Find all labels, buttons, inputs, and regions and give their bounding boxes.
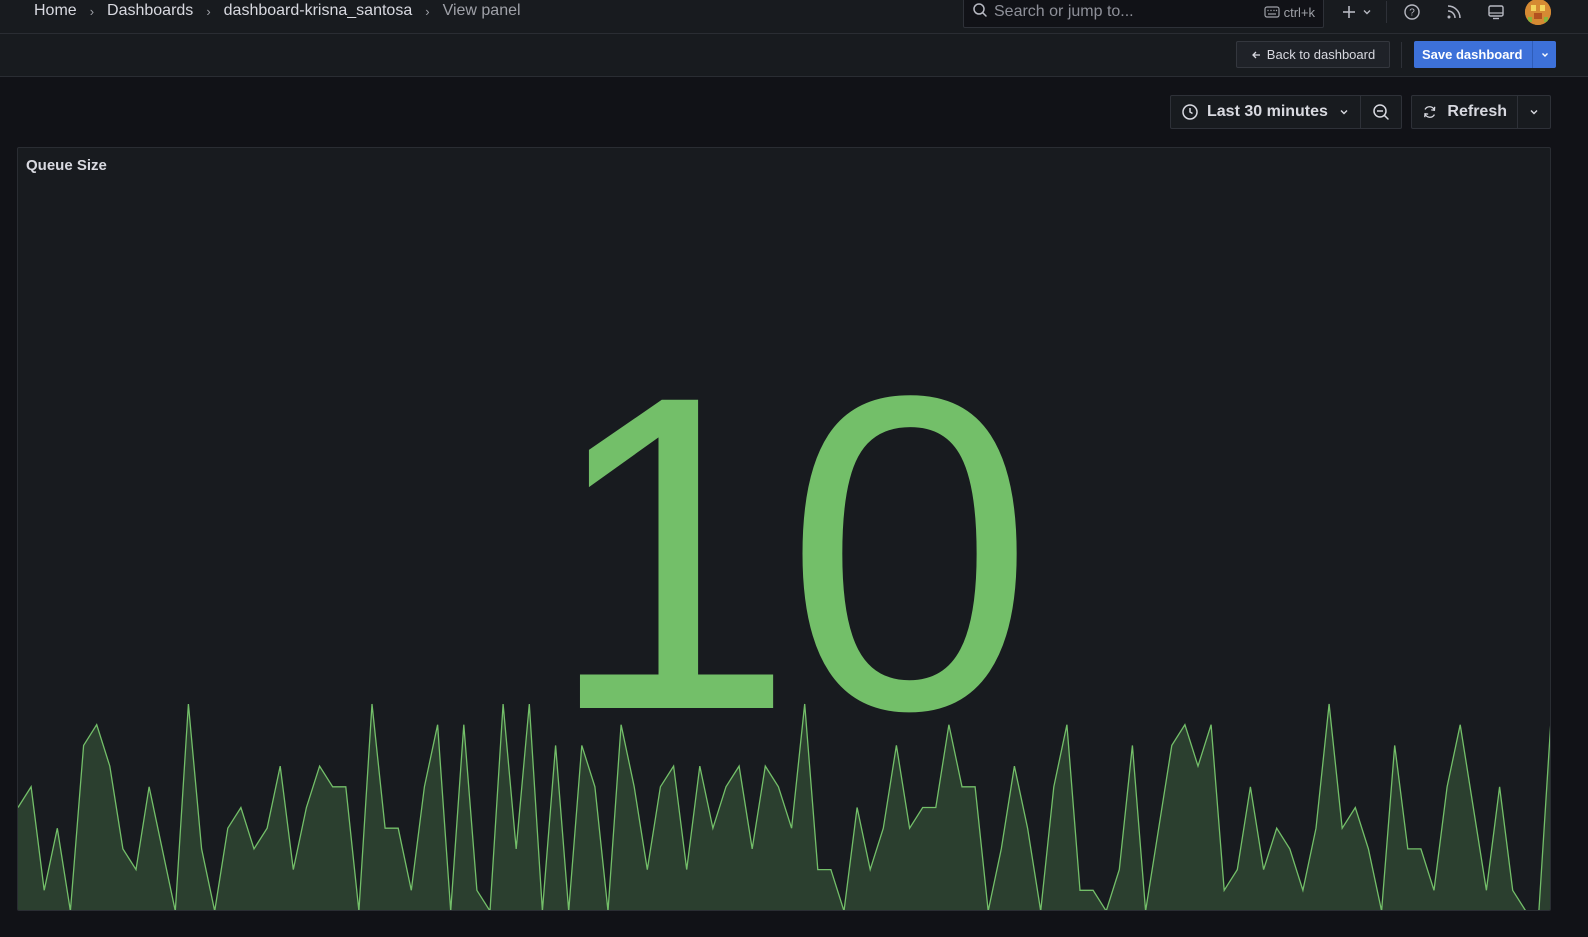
stat-value: 10 xyxy=(545,302,1034,803)
news-button[interactable] xyxy=(1433,0,1475,26)
chevron-right-icon: › xyxy=(89,3,95,19)
time-range-label: Last 30 minutes xyxy=(1207,103,1328,120)
keyboard-shortcut: ctrl+k xyxy=(1263,4,1315,20)
panel-title: Queue Size xyxy=(26,157,107,174)
refresh-button[interactable]: Refresh xyxy=(1412,96,1518,128)
breadcrumb-dashboard[interactable]: dashboard-krisna_santosa xyxy=(224,2,413,20)
chevron-right-icon: › xyxy=(206,3,211,19)
chevron-down-icon xyxy=(1363,10,1371,15)
zoom-out-button[interactable] xyxy=(1361,96,1401,128)
chevron-right-icon: › xyxy=(425,3,430,19)
help-button[interactable]: ? xyxy=(1391,0,1433,26)
refresh-interval-button[interactable] xyxy=(1518,96,1550,128)
search-placeholder: Search or jump to... xyxy=(994,3,1134,20)
refresh-label: Refresh xyxy=(1447,103,1507,120)
panel-toolbar: Back to dashboard Save dashboard xyxy=(0,34,1588,77)
refresh-icon xyxy=(1424,106,1436,118)
breadcrumb-home[interactable]: Home xyxy=(34,2,77,20)
clock-icon xyxy=(1182,104,1198,120)
help-icon: ? xyxy=(1404,4,1420,20)
back-to-dashboard-label: Back to dashboard xyxy=(1266,47,1376,62)
search-input[interactable]: Search or jump to... ctrl+k xyxy=(963,0,1324,28)
keyboard-icon xyxy=(1263,6,1280,18)
refresh-picker: Refresh xyxy=(1411,95,1551,129)
new-menu-button[interactable] xyxy=(1332,0,1382,26)
svg-text:?: ? xyxy=(1409,8,1415,19)
save-dashboard-label: Save dashboard xyxy=(1422,47,1523,62)
time-range-picker: Last 30 minutes xyxy=(1170,95,1402,129)
breadcrumb-current: View panel xyxy=(442,2,521,19)
avatar[interactable] xyxy=(1525,0,1551,25)
zoom-out-icon xyxy=(1373,104,1389,120)
time-range-button[interactable]: Last 30 minutes xyxy=(1171,96,1362,128)
kiosk-mode-button[interactable] xyxy=(1475,0,1517,26)
plus-icon xyxy=(1343,6,1355,18)
search-icon xyxy=(972,2,988,23)
rss-icon xyxy=(1447,5,1461,19)
chevron-down-icon xyxy=(1541,52,1548,57)
chevron-down-icon xyxy=(1340,110,1348,115)
divider xyxy=(1386,1,1387,23)
shortcut-label: ctrl+k xyxy=(1283,4,1315,20)
chevron-down-icon xyxy=(1530,110,1538,115)
stat-panel: Queue Size 10 xyxy=(17,147,1551,911)
back-to-dashboard-button[interactable]: Back to dashboard xyxy=(1236,41,1390,68)
monitor-icon xyxy=(1488,5,1504,20)
top-actions: ? xyxy=(1332,0,1551,26)
save-dashboard-button[interactable]: Save dashboard xyxy=(1414,41,1556,68)
top-navigation-bar: Home › Dashboards › dashboard-krisna_san… xyxy=(0,0,1588,34)
arrow-left-icon xyxy=(1251,51,1260,58)
breadcrumb-dashboards[interactable]: Dashboards xyxy=(107,2,193,20)
save-options-button[interactable] xyxy=(1532,41,1556,68)
divider xyxy=(1401,42,1402,68)
breadcrumb: Home › Dashboards › dashboard-krisna_san… xyxy=(34,0,521,22)
